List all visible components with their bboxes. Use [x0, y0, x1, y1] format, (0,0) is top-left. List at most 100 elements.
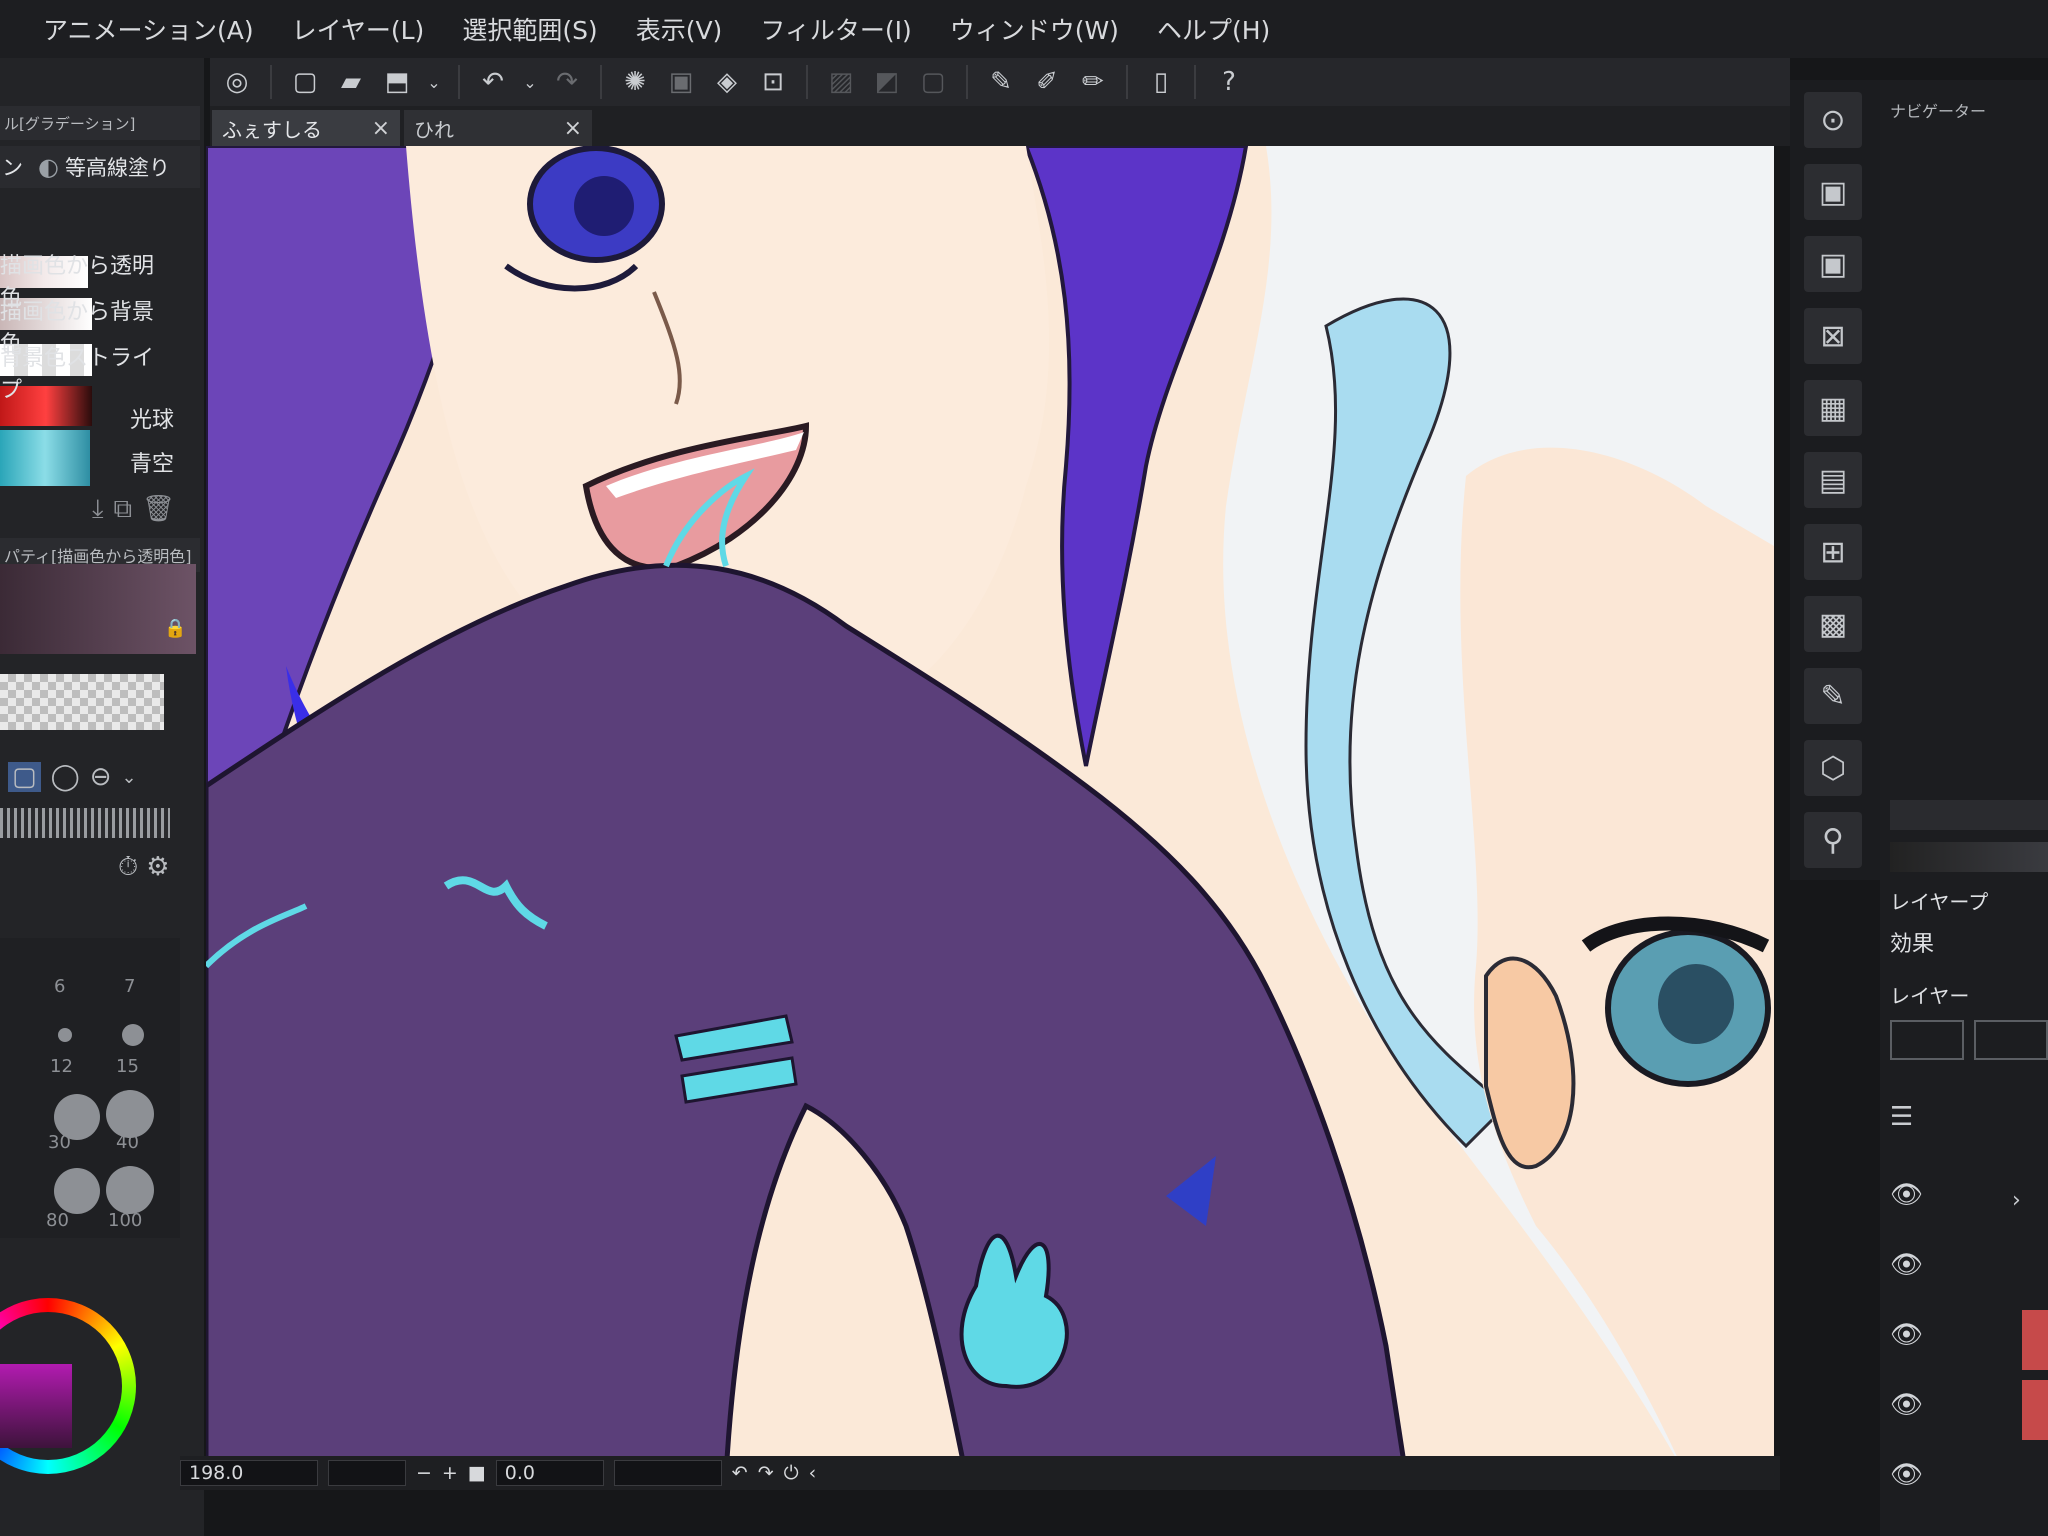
transform-icon[interactable]: ⊡ — [754, 63, 792, 101]
tab-document-2[interactable]: ひれ × — [404, 110, 592, 146]
toolbar-divider — [806, 65, 808, 99]
zoom-in-button[interactable]: + — [442, 1462, 458, 1484]
brush-size-label[interactable]: 7 — [124, 976, 135, 997]
menu-animation[interactable]: アニメーション(A) — [24, 11, 273, 47]
fill-selection-icon[interactable]: ◩ — [868, 63, 906, 101]
brush-size-dot[interactable] — [58, 1028, 72, 1042]
menu-view[interactable]: 表示(V) — [617, 11, 742, 47]
clear-selection-icon[interactable]: ▣ — [662, 63, 700, 101]
eye-icon[interactable]: 👁 — [1890, 1250, 1923, 1280]
chevron-down-icon[interactable]: ⌄ — [520, 63, 540, 101]
rotate-left-icon[interactable]: ↶ — [732, 1462, 748, 1484]
canvas-area[interactable] — [206, 146, 1774, 1476]
close-icon[interactable]: × — [564, 116, 582, 141]
fill-icon[interactable]: ◈ — [708, 63, 746, 101]
chevron-right-icon[interactable]: › — [2012, 1188, 2042, 1214]
brush-size-label[interactable]: 15 — [116, 1056, 139, 1077]
menu-layer[interactable]: レイヤー(L) — [273, 11, 444, 47]
rect-shape-icon[interactable]: ▢ — [8, 762, 41, 792]
fit-icon[interactable]: ■ — [468, 1462, 486, 1484]
settings-icons[interactable]: ⏱⚙ — [118, 852, 178, 883]
rotation-slider[interactable] — [613, 1460, 722, 1486]
brush-size-label[interactable]: 6 — [54, 976, 65, 997]
loading-icon[interactable]: ✺ — [616, 63, 654, 101]
eye-icon[interactable]: 👁 — [1890, 1460, 1923, 1490]
brush-size-dot[interactable] — [54, 1168, 100, 1214]
image-layer-icon[interactable]: ▩ — [1804, 596, 1862, 652]
brush-size-dot[interactable] — [122, 1024, 144, 1046]
pen-icon[interactable]: ✎ — [982, 63, 1020, 101]
grid-icon[interactable]: ▦ — [1804, 380, 1862, 436]
sub-tool-tabs: ン ◐ 等高線塗り — [0, 146, 200, 188]
brush-icon[interactable]: ✐ — [1028, 63, 1066, 101]
reset-rotation-icon[interactable]: ⏻ — [784, 1462, 799, 1484]
device-icon[interactable]: ▯ — [1142, 63, 1180, 101]
brush-size-label[interactable]: 12 — [50, 1056, 73, 1077]
tab-document-1[interactable]: ふぇすしる × — [212, 110, 400, 146]
zoom-out-button[interactable]: − — [416, 1462, 432, 1484]
toolbar-divider — [1126, 65, 1128, 99]
menu-window[interactable]: ウィンドウ(W) — [931, 11, 1138, 47]
pose-icon[interactable]: ⚲ — [1804, 812, 1862, 868]
help-icon[interactable]: ? — [1210, 63, 1248, 101]
rotation-field[interactable]: 0.0 — [495, 1460, 604, 1486]
brush-size-dot[interactable] — [106, 1166, 154, 1214]
navigator-tab[interactable]: ナビゲーター — [1890, 98, 1986, 122]
layer-property-header: レイヤープ — [1890, 890, 1989, 914]
illustration-canvas[interactable] — [206, 146, 1774, 1476]
eye-icon[interactable]: 👁 — [1890, 1320, 1923, 1350]
toolbar-divider — [600, 65, 602, 99]
command-bar-right: ⊙ ▣ ▣ ⊠ ▦ ▤ ⊞ ▩ ✎ ⬡ ⚲ — [1790, 80, 1880, 880]
rotate-right-icon[interactable]: ↷ — [758, 1462, 774, 1484]
eye-icon[interactable]: 👁 — [1890, 1390, 1923, 1420]
invert-selection-icon[interactable]: ▢ — [914, 63, 952, 101]
delete-layer-icon[interactable]: ⊠ — [1804, 308, 1862, 364]
save-icon[interactable]: ⬒ — [378, 63, 416, 101]
tab-prev-tool[interactable]: ン — [0, 152, 32, 182]
hide-selection-icon[interactable]: ▨ — [822, 63, 860, 101]
layer-paste-icon[interactable]: ▣ — [1804, 236, 1862, 292]
eraser-icon[interactable]: ✏ — [1074, 63, 1112, 101]
menu-selection[interactable]: 選択範囲(S) — [443, 11, 616, 47]
chevron-left-icon[interactable]: ‹ — [809, 1462, 817, 1484]
zoom-field[interactable]: 198.0 — [180, 1460, 318, 1486]
menu-filter[interactable]: フィルター(I) — [741, 11, 930, 47]
brush-size-dot[interactable] — [54, 1094, 100, 1140]
brush-size-dot[interactable] — [106, 1090, 154, 1138]
circle-shape-icon[interactable]: ◯ — [51, 762, 80, 792]
color-picker-square[interactable] — [0, 1364, 72, 1448]
gradient-item[interactable]: 青空 — [0, 442, 196, 482]
open-folder-icon[interactable]: ▰ — [332, 63, 370, 101]
undo-icon[interactable]: ↶ — [474, 63, 512, 101]
gradient-item[interactable]: 光球 — [0, 398, 196, 438]
menu-help[interactable]: ヘルプ(H) — [1138, 11, 1289, 47]
opacity-field[interactable] — [1974, 1020, 2048, 1060]
gradient-item[interactable]: 背景色ストライプ — [0, 346, 196, 403]
edit-layer-icon[interactable]: ✎ — [1804, 668, 1862, 724]
blend-slider[interactable] — [1890, 842, 2048, 872]
transform-layer-icon[interactable]: ⊞ — [1804, 524, 1862, 580]
lock-icon[interactable]: 🔒 — [164, 618, 186, 639]
app-logo-icon[interactable]: ◎ — [218, 63, 256, 101]
opacity-slider[interactable] — [1890, 800, 2048, 830]
layer-list-icon[interactable]: ☰ — [1890, 1102, 1913, 1132]
chevron-down-icon[interactable]: ⌄ — [424, 63, 444, 101]
eye-icon[interactable]: 👁 — [1890, 1180, 1923, 1210]
layer-copy-icon[interactable]: ▣ — [1804, 164, 1862, 220]
chevron-down-icon[interactable]: ⌄ — [121, 767, 136, 788]
toolbar-divider — [1194, 65, 1196, 99]
list-action-icons[interactable]: ⤓⧉🗑 — [92, 494, 185, 525]
stripe-pattern-preview[interactable] — [0, 808, 170, 838]
zoom-slider[interactable] — [328, 1460, 406, 1486]
tab-contour-fill[interactable]: 等高線塗り — [65, 152, 170, 182]
blend-mode-select[interactable] — [1890, 1020, 1964, 1060]
ellipse-shape-icon[interactable]: ⊖ — [90, 762, 112, 792]
redo-icon[interactable]: ↷ — [548, 63, 586, 101]
gradient-preview — [0, 564, 196, 654]
3d-icon[interactable]: ⬡ — [1804, 740, 1862, 796]
brush-size-label[interactable]: 80 — [46, 1210, 69, 1231]
navigator-icon[interactable]: ⊙ — [1804, 92, 1862, 148]
layer-settings-icon[interactable]: ▤ — [1804, 452, 1862, 508]
close-icon[interactable]: × — [372, 116, 390, 141]
new-canvas-icon[interactable]: ▢ — [286, 63, 324, 101]
